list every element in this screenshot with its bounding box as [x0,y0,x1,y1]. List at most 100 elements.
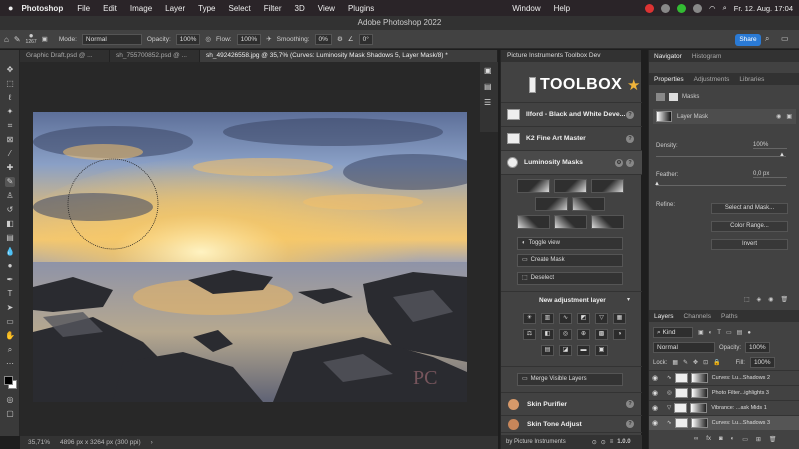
status-icon-red[interactable] [645,3,655,13]
panel-icon-3[interactable]: ☰ [484,98,491,107]
smoothing-field[interactable]: 0% [314,33,332,45]
adj-photofilter-icon[interactable]: ◎ [559,329,572,340]
zoom-level[interactable]: 35,71% [28,439,50,446]
tab-paths[interactable]: Paths [721,313,738,320]
apply-mask-icon[interactable]: ◉ [776,113,781,120]
adj-posterize-icon[interactable]: ▤ [541,345,554,356]
menu-3d[interactable]: 3D [295,4,305,13]
pixel-mask-icon[interactable] [656,93,665,101]
fx-icon[interactable]: fx [706,436,711,443]
share-button[interactable]: Share [735,34,761,46]
app-menu[interactable]: Photoshop [21,4,63,13]
color-range-button[interactable]: Color Range... [711,221,788,232]
lock-pixels-icon[interactable]: ▦ [672,359,678,366]
status-icon-gray2[interactable] [693,3,703,13]
tab-libraries[interactable]: Libraries [739,76,764,83]
layer-opacity-field[interactable]: 100% [745,342,770,353]
adj-curves-icon[interactable]: ∿ [559,313,572,324]
mode-select[interactable]: Normal [81,33,142,45]
tab-histogram[interactable]: Histogram [692,53,722,60]
deselect-button[interactable]: ⬚ Deselect [517,272,623,285]
kind-filter[interactable]: ⌕ Kind [653,327,693,338]
foreground-color-swatch[interactable] [4,376,13,385]
plugin-row-k2[interactable]: K2 Fine Art Master ? [501,127,642,151]
new-layer-icon[interactable]: ⊞ [756,436,761,443]
layer-row[interactable]: ◉ ◎ Photo Filter...ighlights 3 [649,385,799,400]
angle-icon[interactable]: ∠ [348,35,354,43]
search-panel-icon[interactable]: ⌕ [765,34,769,44]
tab-graphic-draft[interactable]: Graphic Draft.psd @ ... [20,50,110,62]
menu-select[interactable]: Select [229,4,251,13]
layer-row[interactable]: ◉ ▽ Vibrance: ...ask Mids 1 [649,400,799,415]
eye-icon[interactable]: ◉ [649,374,661,382]
apply-icon[interactable]: ◈ [757,296,762,303]
invert-button[interactable]: Invert [711,239,788,250]
crop-tool-icon[interactable]: ⌗ [5,121,15,131]
menu-plugins[interactable]: Plugins [348,4,374,13]
delete-layer-icon[interactable]: 🗑 [769,436,777,443]
settings-icon[interactable]: ⚙ [615,158,623,167]
mask-lights-2[interactable] [554,179,587,193]
layer-row[interactable]: ◉ ∿ Curves: Lu...Shadows 2 [649,370,799,385]
clock[interactable]: Fr. 12. Aug. 17:04 [734,4,793,13]
adj-lookup-icon[interactable]: ▩ [595,329,608,340]
density-slider[interactable] [656,156,786,157]
flow-field[interactable]: 100% [236,33,262,45]
plugin-row-skin-purifier[interactable]: Skin Purifier ? [501,392,642,416]
feather-slider-handle[interactable]: ▲ [654,181,660,187]
brush-tool-icon[interactable]: ✎ [14,35,21,44]
screen-mode-icon[interactable]: ▢ [5,409,15,419]
filter-shape-icon[interactable]: ▭ [726,329,732,336]
more-tools-icon[interactable]: ⋯ [5,359,15,369]
quick-select-tool-icon[interactable]: ✦ [5,107,15,117]
dodge-tool-icon[interactable]: ● [5,261,15,271]
menu-type[interactable]: Type [198,4,215,13]
move-tool-icon[interactable]: ✥ [5,65,15,75]
lock-artboard-icon[interactable]: ⊡ [703,359,708,366]
document-image[interactable]: PC [33,112,467,402]
load-selection-icon[interactable]: ⬚ [744,296,750,303]
plugin-row-skin-tone[interactable]: Skin Tone Adjust ? [501,416,642,433]
eye-icon[interactable]: ◉ [649,389,661,397]
healing-tool-icon[interactable]: ✚ [5,163,15,173]
shape-tool-icon[interactable]: ▭ [5,317,15,327]
angle-field[interactable]: 0° [358,33,373,45]
layer-mask-thumbnail[interactable] [656,111,672,122]
smoothing-settings-icon[interactable]: ⚙ [337,35,343,43]
tab-channels[interactable]: Channels [684,313,711,320]
menu-filter[interactable]: Filter [264,4,282,13]
adj-vibrance-icon[interactable]: ▽ [595,313,608,324]
panel-icon-2[interactable]: ▤ [484,82,492,91]
home-icon[interactable]: ⌂ [4,35,9,44]
tab-navigator[interactable]: Navigator [654,53,682,60]
history-brush-tool-icon[interactable]: ↺ [5,205,15,215]
blend-mode-select[interactable]: Normal [653,342,715,353]
layer-row-selected[interactable]: ◉ ∿ Curves: Lu...Shadows 3 [649,415,799,430]
help-icon[interactable]: ? [626,158,634,167]
tab-properties[interactable]: Properties [654,76,684,83]
brush-preset-picker[interactable]: ● 1267 [26,32,37,46]
document-size[interactable]: 4896 px x 3264 px (300 ppi) [60,439,141,446]
lock-position-icon[interactable]: ✥ [693,359,698,366]
menu-layer[interactable]: Layer [165,4,185,13]
brush-tool-active-icon[interactable]: ✎ [5,177,15,187]
help-icon[interactable]: ? [626,400,634,408]
type-tool-icon[interactable]: T [5,289,15,299]
feather-slider[interactable] [656,185,786,186]
status-arrow-icon[interactable]: › [151,439,153,446]
menu-window[interactable]: Window [512,4,540,13]
panel-icon-1[interactable]: ▣ [484,66,492,75]
brush-settings-icon[interactable]: ▣ [42,35,48,43]
apple-icon[interactable]: ● [8,3,13,13]
chevron-down-icon[interactable]: ▾ [627,296,630,303]
filter-adjust-icon[interactable]: ◐ [709,330,713,336]
mask-shadows-2[interactable] [554,215,587,229]
opacity-field[interactable]: 100% [175,33,201,45]
menu-file[interactable]: File [77,4,90,13]
lock-paint-icon[interactable]: ✎ [683,359,688,366]
quick-mask-icon[interactable]: ◎ [5,395,15,405]
tab-layers[interactable]: Layers [654,313,674,320]
blur-tool-icon[interactable]: 💧 [5,247,15,257]
eye-icon[interactable]: ◉ [649,404,661,412]
adj-selectivecolor-icon[interactable]: ▣ [595,345,608,356]
